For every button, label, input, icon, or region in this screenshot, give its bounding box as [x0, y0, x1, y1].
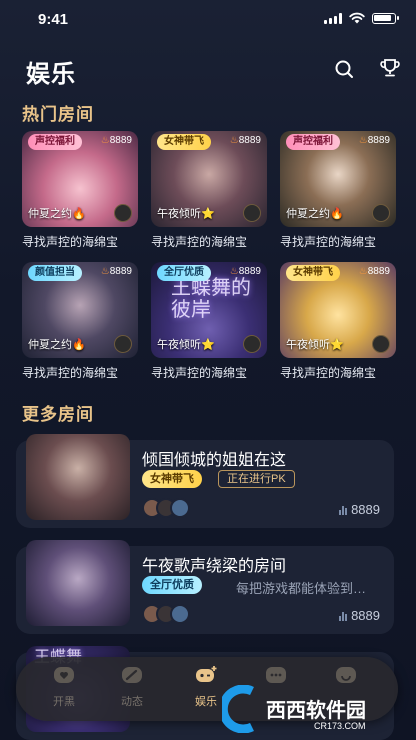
host-name: 午夜倾听⭐ — [157, 208, 215, 220]
room-list-item[interactable]: 倾国倾城的姐姐在这 女神带飞 正在进行PK 8889 — [16, 434, 394, 528]
room-tag: 声控福利 — [28, 134, 82, 150]
cellular-signal-icon — [324, 12, 342, 24]
smiley-icon — [336, 667, 356, 683]
bar-chart-icon — [339, 505, 348, 515]
host-avatar — [372, 335, 390, 353]
more-rooms-title: 更多房间 — [22, 405, 94, 424]
room-name: 寻找声控的海绵宝 — [22, 235, 119, 249]
host-avatar — [243, 204, 261, 222]
chat-bubble-icon — [266, 667, 286, 683]
avatar — [170, 498, 190, 518]
hot-room-card[interactable]: 女神带飞 ♨8889 午夜倾听⭐ 寻找声控的海绵宝 — [280, 262, 396, 381]
hot-room-card[interactable]: 王蝶舞的彼岸 全厅优质 ♨8889 午夜倾听⭐ 寻找声控的海绵宝 — [151, 262, 267, 381]
search-icon[interactable] — [333, 58, 355, 80]
host-avatar — [372, 204, 390, 222]
hot-room-card[interactable]: 声控福利 ♨8889 仲夏之约🔥 寻找声控的海绵宝 — [280, 131, 396, 250]
tab-kaihei[interactable]: 开黑 — [34, 665, 94, 709]
host-avatar — [114, 335, 132, 353]
room-cover-image: 颜值担当 ♨8889 仲夏之约🔥 — [22, 262, 138, 358]
cover-overlay-text: 王蝶舞的彼岸 — [171, 275, 251, 321]
status-time: 9:41 — [38, 11, 69, 28]
page-header: 娱乐 — [0, 46, 416, 90]
watermark-text: 西西软件园 — [266, 698, 366, 722]
host-avatar — [114, 204, 132, 222]
view-count: ♨8889 — [100, 266, 132, 277]
room-title: 倾国倾城的姐姐在这 — [142, 452, 287, 469]
hot-room-card[interactable]: 颜值担当 ♨8889 仲夏之约🔥 寻找声控的海绵宝 — [22, 262, 138, 381]
hot-rooms-title: 热门房间 — [22, 105, 94, 124]
room-tag: 女神带飞 — [286, 265, 340, 281]
watermark-url: CR173.COM — [314, 721, 366, 731]
watermark-logo: 西西软件园 CR173.COM — [218, 684, 412, 734]
room-cover-image: 声控福利 ♨8889 仲夏之约🔥 — [22, 131, 138, 227]
room-cover-image — [26, 434, 130, 520]
room-name: 寻找声控的海绵宝 — [151, 366, 248, 380]
room-list-item[interactable]: 午夜歌声绕梁的房间 全厅优质 每把游戏都能体验到… 8889 — [16, 540, 394, 634]
member-avatars — [142, 498, 190, 518]
room-tag: 全厅优质 — [142, 576, 202, 594]
room-tag: 声控福利 — [286, 134, 340, 150]
hot-room-card[interactable]: 女神带飞 ♨8889 午夜倾听⭐ 寻找声控的海绵宝 — [151, 131, 267, 250]
wifi-icon — [349, 12, 365, 24]
room-tag: 颜值担当 — [28, 265, 82, 281]
room-name: 寻找声控的海绵宝 — [280, 235, 377, 249]
feather-icon — [122, 667, 142, 683]
view-count: ♨8889 — [358, 135, 390, 146]
pk-status-badge: 正在进行PK — [218, 470, 295, 488]
gamepad-icon — [196, 666, 217, 682]
host-name: 午夜倾听⭐ — [157, 339, 215, 351]
listener-count: 8889 — [339, 502, 380, 517]
room-name: 寻找声控的海绵宝 — [22, 366, 119, 380]
room-description: 每把游戏都能体验到… — [236, 581, 367, 596]
room-name: 寻找声控的海绵宝 — [280, 366, 377, 380]
room-title: 午夜歌声绕梁的房间 — [142, 558, 287, 575]
page-title: 娱乐 — [26, 61, 76, 88]
listener-count: 8889 — [339, 608, 380, 623]
battery-icon — [372, 12, 399, 24]
room-cover-image: 王蝶舞的彼岸 全厅优质 ♨8889 午夜倾听⭐ — [151, 262, 267, 358]
view-count: ♨8889 — [100, 135, 132, 146]
room-tag: 全厅优质 — [157, 265, 211, 281]
trophy-icon[interactable] — [379, 57, 401, 79]
room-tag: 女神带飞 — [157, 134, 211, 150]
host-name: 仲夏之约🔥 — [286, 208, 344, 220]
view-count: ♨8889 — [229, 135, 261, 146]
tab-dongtai[interactable]: 动态 — [102, 665, 162, 709]
tab-label: 动态 — [121, 696, 143, 708]
status-bar: 9:41 — [0, 0, 416, 36]
room-tag: 女神带飞 — [142, 470, 202, 488]
host-name: 仲夏之约🔥 — [28, 339, 86, 351]
room-cover-image: 女神带飞 ♨8889 午夜倾听⭐ — [280, 262, 396, 358]
view-count: ♨8889 — [358, 266, 390, 277]
watermark-c-icon: 西西软件园 CR173.COM — [218, 684, 366, 734]
room-cover-image: 女神带飞 ♨8889 午夜倾听⭐ — [151, 131, 267, 227]
room-cover-image: 声控福利 ♨8889 仲夏之约🔥 — [280, 131, 396, 227]
heart-chat-icon — [54, 667, 74, 683]
hot-room-card[interactable]: 声控福利 ♨8889 仲夏之约🔥 寻找声控的海绵宝 — [22, 131, 138, 250]
host-name: 午夜倾听⭐ — [286, 339, 344, 351]
tab-label: 开黑 — [53, 696, 75, 708]
room-name: 寻找声控的海绵宝 — [151, 235, 248, 249]
host-name: 仲夏之约🔥 — [28, 208, 86, 220]
member-avatars — [142, 604, 190, 624]
view-count: ♨8889 — [229, 266, 261, 277]
avatar — [170, 604, 190, 624]
host-avatar — [243, 335, 261, 353]
status-icons — [324, 12, 399, 24]
room-cover-image — [26, 540, 130, 626]
bar-chart-icon — [339, 611, 348, 621]
